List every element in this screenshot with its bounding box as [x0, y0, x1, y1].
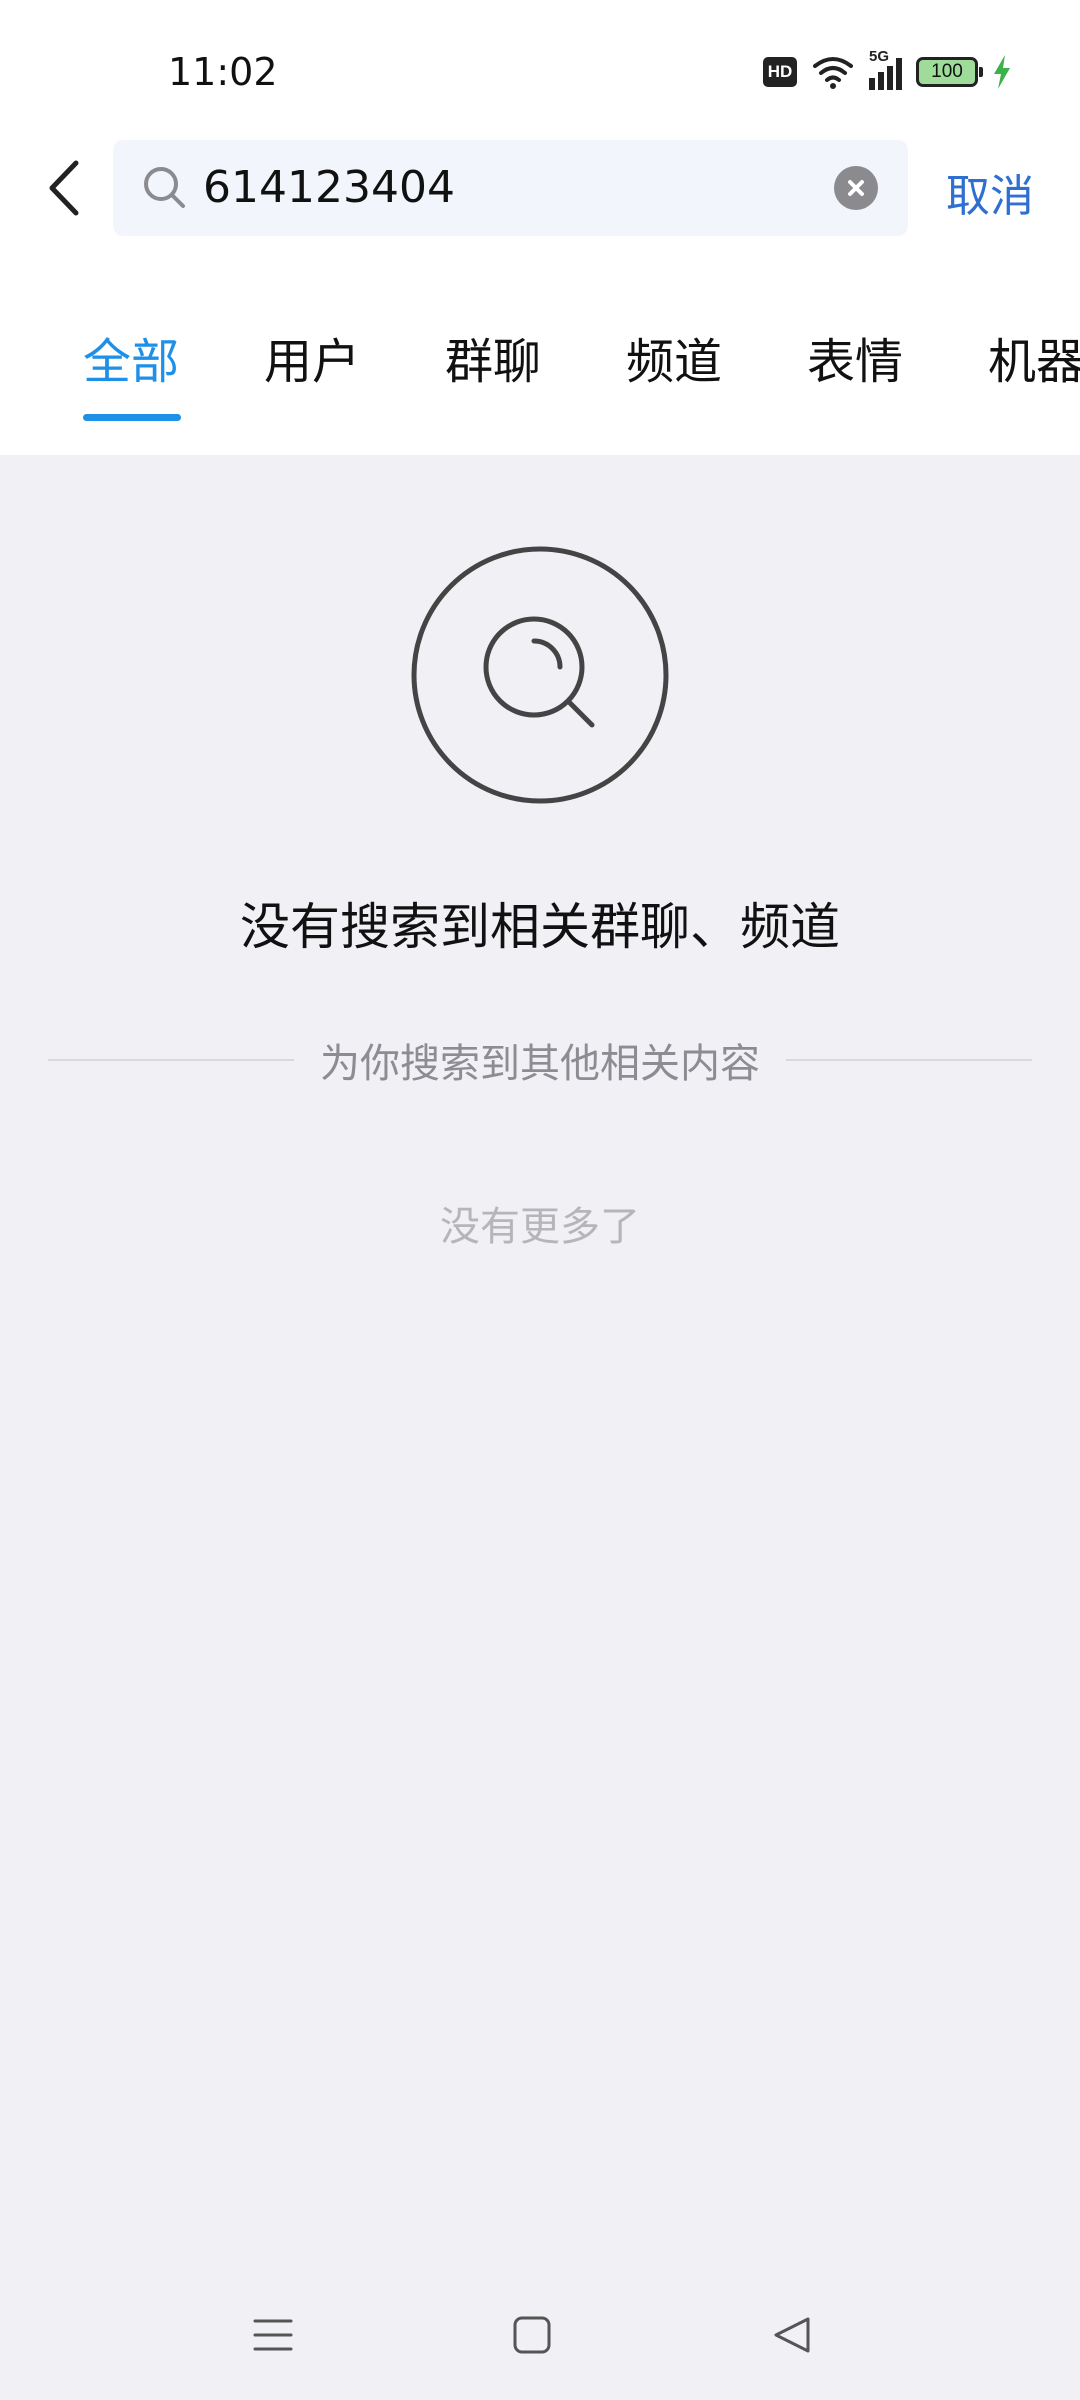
search-category-tabs: 全部 用户 群聊 频道 表情 机器 — [0, 322, 1080, 432]
back-button[interactable] — [38, 152, 88, 224]
divider-line-right — [786, 1059, 1032, 1061]
active-tab-indicator — [83, 414, 181, 421]
status-icons: HD 5G 100 — [763, 48, 1012, 96]
chevron-left-icon — [49, 160, 79, 216]
back-nav-button[interactable] — [757, 2300, 827, 2370]
empty-state-title: 没有搜索到相关群聊、频道 — [240, 898, 840, 956]
tab-users[interactable]: 用户 — [264, 322, 360, 402]
network-type-label: 5G — [869, 48, 890, 65]
search-query[interactable]: 614123404 — [203, 140, 455, 236]
empty-search-icon — [411, 546, 669, 804]
hd-badge: HD — [763, 57, 797, 87]
search-input[interactable]: 614123404 — [113, 140, 908, 236]
tab-all[interactable]: 全部 — [83, 322, 179, 402]
cellular-signal-icon: 5G — [869, 48, 902, 90]
divider-line-left — [48, 1059, 294, 1061]
triangle-back-icon — [774, 2317, 810, 2353]
header-area: 11:02 HD 5G 100 614123404 取消 全部 用户 群聊 频道… — [0, 0, 1080, 455]
home-button[interactable] — [497, 2300, 567, 2370]
search-icon — [144, 167, 185, 208]
related-content-divider: 为你搜索到其他相关内容 — [48, 1030, 1032, 1090]
menu-icon — [253, 2319, 293, 2351]
tab-stickers[interactable]: 表情 — [807, 322, 903, 402]
cancel-button[interactable]: 取消 — [946, 166, 1034, 228]
square-icon — [513, 2316, 551, 2354]
battery-icon: 100 — [916, 57, 983, 87]
related-content-label: 为你搜索到其他相关内容 — [320, 1041, 760, 1087]
charging-bolt-icon — [994, 55, 1010, 89]
status-time: 11:02 — [168, 50, 278, 94]
no-more-label: 没有更多了 — [440, 1204, 640, 1250]
recent-apps-button[interactable] — [238, 2300, 308, 2370]
tab-bots[interactable]: 机器 — [988, 322, 1080, 402]
battery-level: 100 — [931, 61, 963, 82]
tab-group-chats[interactable]: 群聊 — [445, 322, 541, 402]
tab-channels[interactable]: 频道 — [626, 322, 722, 402]
close-icon — [848, 180, 864, 196]
system-nav-bar — [0, 2300, 1080, 2370]
clear-search-button[interactable] — [834, 166, 878, 210]
wifi-icon — [813, 57, 853, 89]
